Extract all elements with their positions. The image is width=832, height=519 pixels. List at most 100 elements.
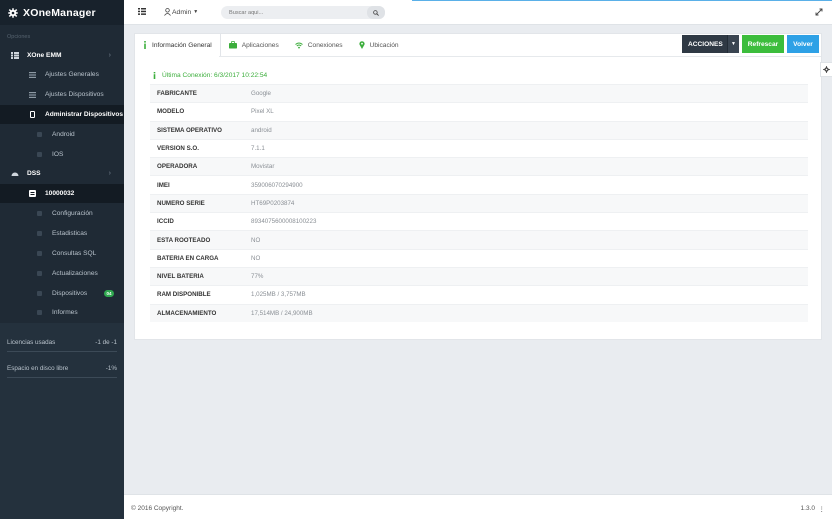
volver-button[interactable]: Volver: [787, 35, 819, 53]
row-key: MODELO: [157, 108, 185, 116]
search-input[interactable]: [221, 6, 361, 19]
brand-name: XOneManager: [23, 6, 96, 19]
apple-icon: [37, 152, 42, 157]
sidebar-item-label: DSS: [27, 170, 41, 177]
sidebar-item-label: Actualizaciones: [52, 270, 98, 277]
sidebar-item-dss[interactable]: DSS ›: [0, 164, 124, 183]
menu-toggle-icon[interactable]: [138, 8, 146, 15]
gear-icon: [823, 66, 830, 73]
table-row: NUMERO SERIE HT69P0203874: [150, 193, 808, 213]
sidebar-item-xone-emm[interactable]: XOne EMM ›: [0, 46, 124, 65]
user-menu[interactable]: Admin ▼: [164, 8, 198, 16]
user-name: Admin: [172, 8, 192, 16]
sidebar-item-label: Ajustes Generales: [45, 71, 99, 78]
table-row: BATERIA EN CARGA NO: [150, 248, 808, 267]
report-icon: [37, 310, 42, 315]
tab-label: Ubicación: [369, 41, 399, 49]
row-key: RAM DISPONIBLE: [157, 291, 211, 299]
dashboard-icon: [11, 172, 19, 176]
row-key: IMEI: [157, 181, 170, 189]
table-row: ALMACENAMIENTO 17,514MB / 24,900MB: [150, 303, 808, 322]
search-icon: [373, 9, 379, 16]
sidebar: XOneManager Opciones XOne EMM › Ajustes …: [0, 0, 124, 519]
row-value: Movistar: [251, 163, 275, 171]
sidebar-item-label: Dispositivos: [52, 290, 88, 297]
stat-value: -1%: [105, 365, 117, 372]
fullscreen-icon[interactable]: [815, 8, 823, 16]
row-key: OPERADORA: [157, 163, 198, 171]
footer: © 2016 Copyright. 1.3.0 ⋮: [124, 494, 832, 519]
sidebar-item-ajustes-dispositivos[interactable]: Ajustes Dispositivos: [0, 85, 124, 104]
list-icon: [29, 92, 36, 98]
sidebar-item-label: XOne EMM: [27, 52, 62, 59]
row-key: NIVEL BATERIA: [157, 273, 204, 281]
row-value: 1,025MB / 3,757MB: [251, 291, 306, 299]
sidebar-item-ios[interactable]: IOS: [0, 145, 124, 164]
topbar-accent-line: [412, 0, 832, 1]
stat-label: Licencias usadas: [7, 339, 56, 346]
device-panel: Información General Aplicaciones Conexio…: [134, 33, 822, 340]
table-row: RAM DISPONIBLE 1,025MB / 3,757MB: [150, 285, 808, 303]
row-key: ICCID: [157, 218, 174, 226]
mobile-icon: [30, 111, 35, 118]
settings-toggle[interactable]: [820, 62, 832, 77]
row-value: Pixel XL: [251, 108, 274, 116]
sidebar-item-actualizaciones[interactable]: Actualizaciones: [0, 264, 124, 283]
device-info-table: FABRICANTE Google MODELO Pixel XL SISTEMA …: [150, 84, 808, 322]
row-key: FABRICANTE: [157, 90, 197, 98]
sidebar-item-android[interactable]: Android: [0, 125, 124, 144]
map-marker-icon: [359, 41, 365, 49]
user-icon: [164, 8, 171, 16]
download-icon: [37, 271, 42, 276]
row-key: ALMACENAMIENTO: [157, 309, 217, 317]
last-connection-text: Última Conexión: 6/3/2017 10:22:54: [162, 72, 268, 79]
sidebar-item-10000032[interactable]: 10000032: [0, 184, 124, 203]
row-key: VERSION S.O.: [157, 145, 199, 153]
wrench-icon: [37, 211, 42, 216]
tab-conexiones[interactable]: Conexiones: [287, 34, 351, 56]
count-badge: 04: [104, 290, 114, 297]
sidebar-item-dispositivos[interactable]: Dispositivos 04: [0, 284, 124, 303]
sql-icon: [37, 251, 42, 256]
row-value: 7.1.1: [251, 145, 265, 153]
tabs-divider: [219, 56, 821, 57]
caret-down-icon[interactable]: ▼: [727, 35, 739, 53]
devices-icon: [37, 291, 42, 296]
version-text: 1.3.0: [800, 505, 815, 512]
more-vertical-icon[interactable]: ⋮: [819, 505, 826, 513]
sidebar-item-label: Informes: [52, 309, 78, 316]
chevron-right-icon: ›: [108, 170, 111, 177]
chevron-right-icon: ›: [108, 52, 111, 59]
row-value: Google: [251, 90, 271, 98]
sidebar-item-configuracion[interactable]: Configuración: [0, 204, 124, 223]
brand[interactable]: XOneManager: [0, 0, 124, 25]
sidebar-item-label: Consultas SQL: [52, 250, 97, 257]
sidebar-item-ajustes-generales[interactable]: Ajustes Generales: [0, 65, 124, 84]
tab-label: Información General: [152, 41, 212, 49]
sidebar-section-label: Opciones: [7, 34, 31, 40]
gear-logo-icon: [8, 7, 18, 18]
table-row: SISTEMA OPERATIVO android: [150, 120, 808, 139]
row-key: NUMERO SERIE: [157, 199, 205, 207]
wifi-icon: [294, 42, 303, 49]
sidebar-item-administrar-dispositivos[interactable]: Administrar Dispositivos: [0, 105, 124, 124]
tab-ubicacion[interactable]: Ubicación: [351, 34, 407, 56]
table-row: IMEI 359006070294900: [150, 175, 808, 193]
refrescar-button[interactable]: Refrescar: [742, 35, 784, 53]
chart-icon: [37, 231, 42, 236]
sidebar-item-informes[interactable]: Informes: [0, 303, 124, 322]
search-button[interactable]: [367, 6, 385, 19]
sidebar-item-estadisticas[interactable]: Estadisticas: [0, 224, 124, 243]
tab-informacion-general[interactable]: Información General: [135, 34, 221, 56]
sidebar-item-consultas-sql[interactable]: Consultas SQL: [0, 244, 124, 263]
row-value: 77%: [251, 273, 264, 281]
acciones-label: ACCIONES: [688, 40, 723, 48]
acciones-button[interactable]: ACCIONES ▼: [682, 35, 739, 53]
row-value: 17,514MB / 24,900MB: [251, 309, 313, 317]
sidebar-item-label: Configuración: [52, 210, 93, 217]
tab-bar: Información General Aplicaciones Conexio…: [135, 34, 407, 56]
tab-aplicaciones[interactable]: Aplicaciones: [221, 34, 287, 56]
last-connection: Última Conexión: 6/3/2017 10:22:54: [153, 72, 267, 79]
stat-value: -1 de -1: [95, 339, 117, 346]
stat-label: Espacio en disco libre: [7, 365, 69, 372]
